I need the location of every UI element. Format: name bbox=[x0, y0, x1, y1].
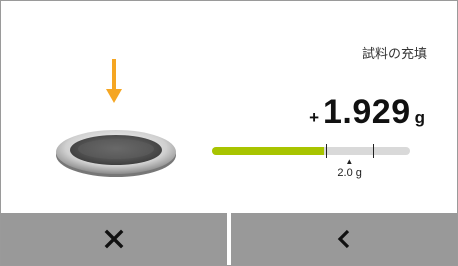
sample-dish-icon bbox=[56, 130, 176, 177]
target-caret-icon: ▲ bbox=[345, 157, 354, 166]
target-weight-label: 2.0 g bbox=[337, 167, 362, 179]
fill-progress-bar bbox=[212, 147, 410, 155]
chevron-left-icon bbox=[337, 229, 350, 249]
back-button[interactable] bbox=[231, 213, 457, 265]
weight-reading: + 1.929 g bbox=[309, 93, 425, 132]
tolerance-low-marker bbox=[326, 144, 328, 158]
weight-sign: + bbox=[309, 108, 320, 127]
tolerance-high-marker bbox=[372, 144, 374, 158]
cancel-button[interactable] bbox=[1, 213, 227, 265]
close-icon bbox=[104, 229, 124, 249]
arrow-down-icon bbox=[106, 59, 122, 103]
weight-unit: g bbox=[414, 108, 425, 127]
task-title: 試料の充填 bbox=[361, 46, 427, 61]
weighing-screen: 試料の充填 + 1.929 g ▲ 2.0 g bbox=[0, 0, 458, 266]
progress-fill bbox=[212, 147, 325, 155]
weight-value: 1.929 bbox=[323, 93, 411, 131]
action-bar bbox=[1, 213, 457, 265]
